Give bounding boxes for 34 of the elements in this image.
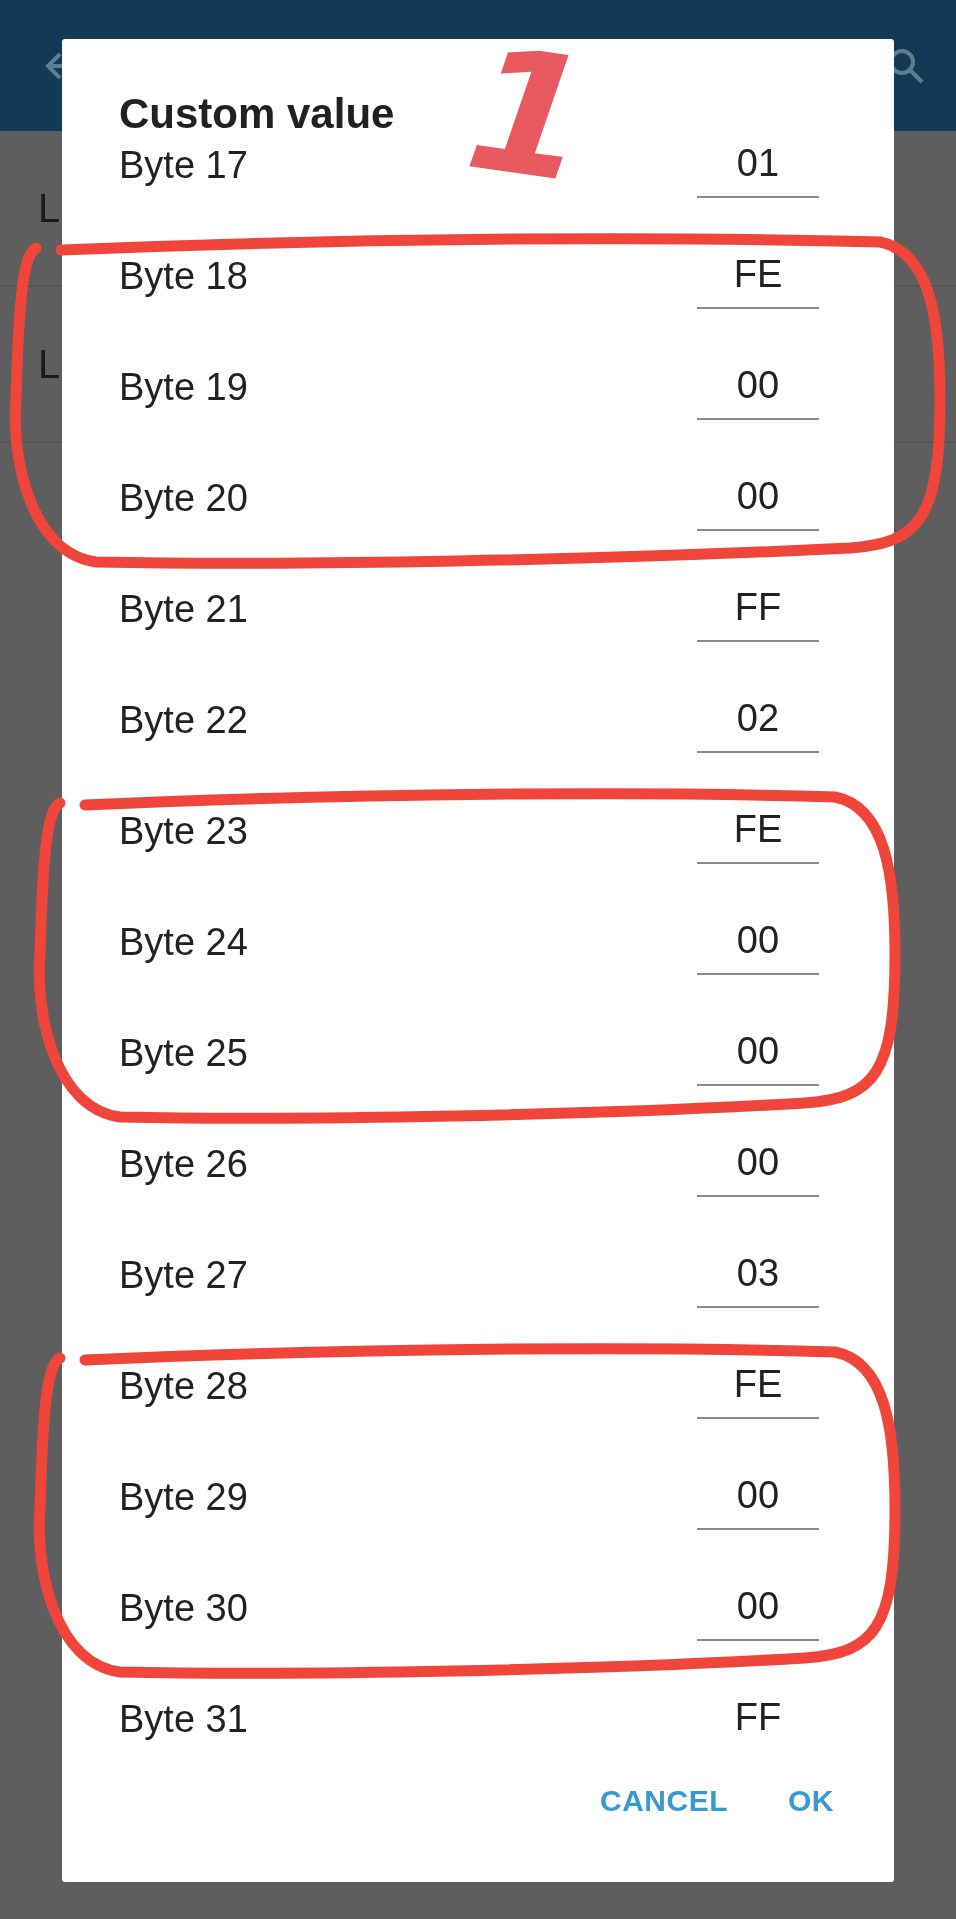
byte-label: Byte 23 bbox=[119, 808, 248, 853]
value-field[interactable]: 00 bbox=[697, 1019, 819, 1086]
byte-label: Byte 30 bbox=[119, 1585, 248, 1630]
byte-label: Byte 31 bbox=[119, 1696, 248, 1741]
value-field[interactable]: FE bbox=[697, 797, 819, 864]
byte-label: Byte 17 bbox=[119, 142, 248, 187]
value-field[interactable]: FE bbox=[697, 242, 819, 309]
value-field[interactable]: 01 bbox=[697, 131, 819, 198]
byte-label: Byte 27 bbox=[119, 1252, 248, 1297]
value-field[interactable]: 00 bbox=[697, 1463, 819, 1530]
byte-label: Byte 22 bbox=[119, 697, 248, 742]
list-item-text: L bbox=[38, 341, 61, 387]
value-field[interactable]: 00 bbox=[697, 464, 819, 531]
value-field[interactable]: 00 bbox=[697, 908, 819, 975]
byte-label: Byte 18 bbox=[119, 253, 248, 298]
byte-label: Byte 24 bbox=[119, 919, 248, 964]
value-field[interactable]: FF bbox=[697, 1685, 819, 1745]
byte-label: Byte 25 bbox=[119, 1030, 248, 1075]
list-item-text: L bbox=[38, 185, 61, 231]
handwritten-number: 1 bbox=[458, 22, 600, 208]
dialog-title: Custom value bbox=[118, 89, 395, 139]
value-field[interactable]: 00 bbox=[697, 353, 819, 420]
value-field[interactable]: 03 bbox=[697, 1241, 819, 1308]
byte-label: Byte 20 bbox=[119, 475, 248, 520]
byte-label: Byte 21 bbox=[119, 586, 248, 631]
value-field[interactable]: 02 bbox=[697, 686, 819, 753]
byte-label: Byte 19 bbox=[119, 364, 248, 409]
value-field[interactable]: 00 bbox=[697, 1130, 819, 1197]
value-field[interactable]: FE bbox=[697, 1352, 819, 1419]
byte-label: Byte 28 bbox=[119, 1363, 248, 1408]
byte-label: Byte 26 bbox=[119, 1141, 248, 1186]
byte-label: Byte 29 bbox=[119, 1474, 248, 1519]
value-field[interactable]: FF bbox=[697, 575, 819, 642]
value-field[interactable]: 00 bbox=[697, 1574, 819, 1641]
